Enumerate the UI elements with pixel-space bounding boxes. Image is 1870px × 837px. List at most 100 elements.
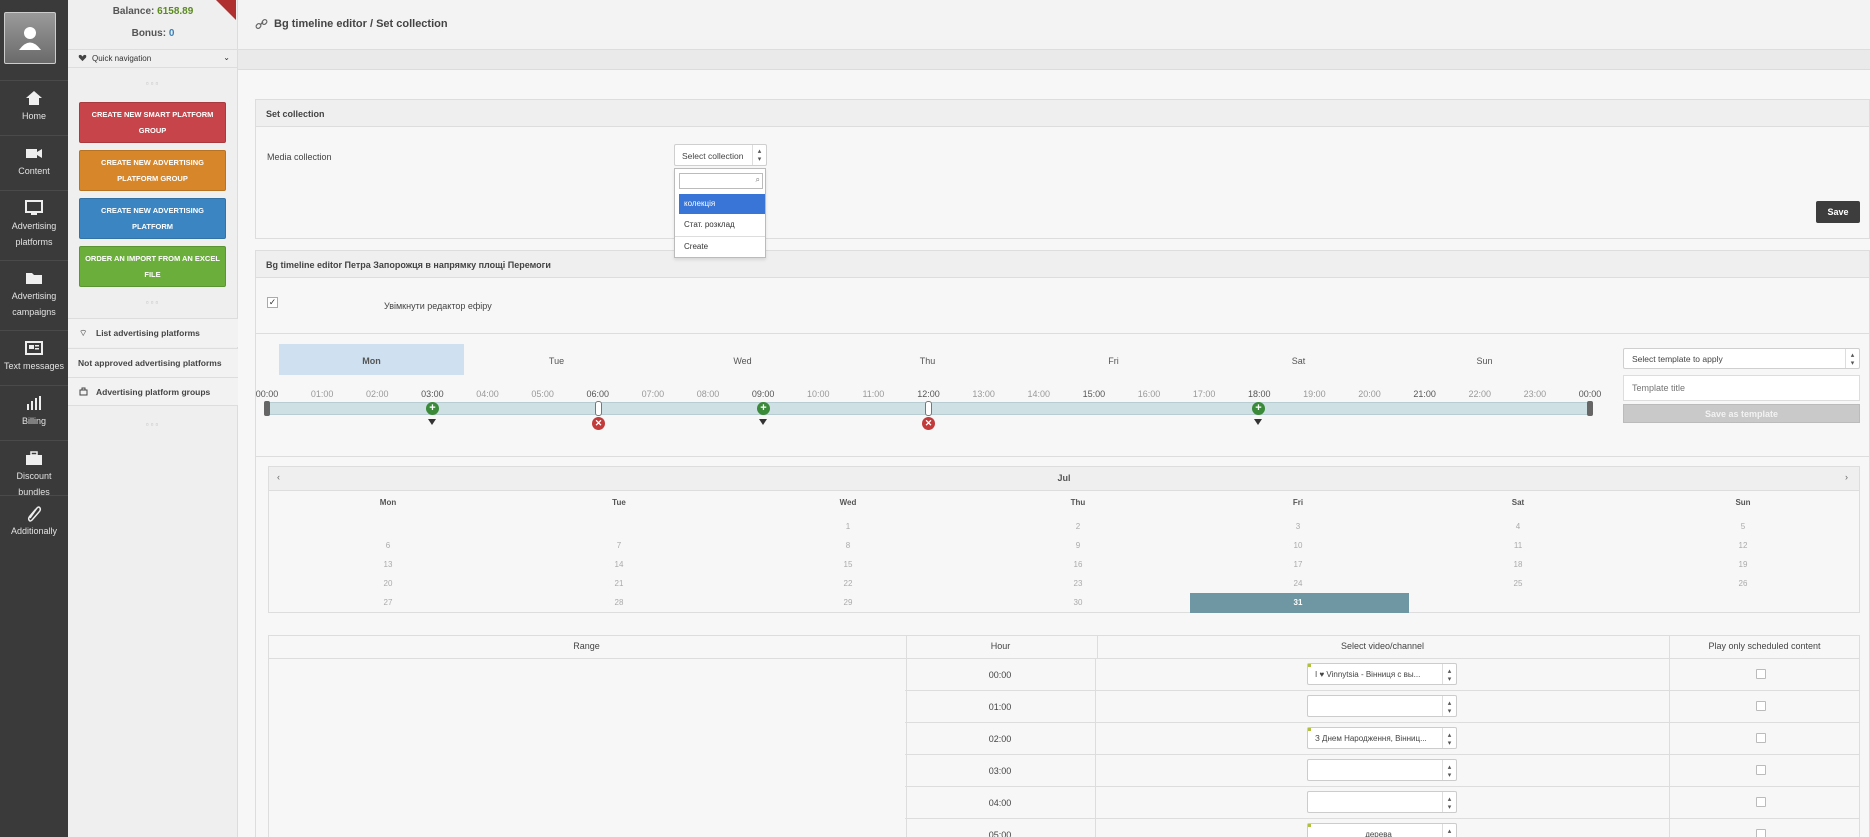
scheduled-only-checkbox[interactable] (1756, 701, 1766, 711)
range-handle[interactable] (595, 401, 602, 416)
dropdown-option[interactable]: колекція (679, 194, 765, 214)
calendar-day[interactable]: 25 (1498, 579, 1538, 588)
calendar-day[interactable]: 4 (1498, 522, 1538, 531)
calendar-day[interactable]: 6 (368, 541, 408, 550)
tab-day[interactable]: Fri (1021, 344, 1206, 375)
remove-range-icon[interactable]: ✕ (592, 417, 605, 430)
collapse-handle[interactable]: ▫▫▫ (68, 298, 238, 307)
nav-advertising-campaigns[interactable]: Advertising campaigns (0, 260, 68, 330)
nav-content[interactable]: Content (0, 135, 68, 190)
tab-day[interactable]: Mon (279, 344, 464, 375)
calendar-day[interactable]: 24 (1278, 579, 1318, 588)
calendar-day[interactable]: 28 (599, 598, 639, 607)
video-channel-select[interactable]: дерева ▴▾ (1307, 823, 1457, 837)
calendar-day[interactable]: 11 (1498, 541, 1538, 550)
next-month-icon[interactable]: › (1845, 472, 1848, 482)
hour-cell: 01:00 (905, 691, 1096, 723)
scheduled-only-checkbox[interactable] (1756, 797, 1766, 807)
dropdown-option[interactable]: Стат. розклад (679, 216, 765, 235)
calendar-day[interactable]: 16 (1058, 560, 1098, 569)
sidebar-item-not-approved[interactable]: Not approved advertising platforms (68, 348, 238, 377)
tab-day[interactable]: Thu (835, 344, 1020, 375)
calendar-day[interactable]: 8 (828, 541, 868, 550)
sidebar-item-platform-groups[interactable]: Advertising platform groups (68, 377, 238, 406)
calendar-day[interactable]: 20 (368, 579, 408, 588)
video-channel-select[interactable]: З Днем Народження, Вінниц... ▴ ▾ (1307, 727, 1457, 749)
nav-home[interactable]: Home (0, 80, 68, 135)
calendar-day[interactable]: 27 (368, 598, 408, 607)
enable-editor-checkbox[interactable]: ✓ (267, 297, 278, 308)
calendar-day[interactable]: 13 (368, 560, 408, 569)
nav-additionally[interactable]: Additionally (0, 495, 68, 550)
scheduled-only-checkbox[interactable] (1756, 829, 1766, 837)
timeline-tick-label: 02:00 (365, 389, 389, 399)
timeline-end-handle[interactable] (1587, 401, 1593, 416)
order-excel-import-button[interactable]: Order an import from an excel file (79, 246, 226, 287)
calendar-day[interactable]: 23 (1058, 579, 1098, 588)
calendar-day[interactable]: 31 (1278, 598, 1318, 607)
calendar-day[interactable]: 18 (1498, 560, 1538, 569)
template-title-input[interactable] (1623, 375, 1860, 401)
dropdown-option-create[interactable]: Create (679, 238, 765, 257)
tab-day[interactable]: Tue (464, 344, 649, 375)
range-handle[interactable] (925, 401, 932, 416)
table-row: 00:00 I ♥ Vinnytsia - Вінниця с вы... ▴ ▾ (905, 658, 1860, 691)
scheduled-only-checkbox[interactable] (1756, 733, 1766, 743)
calendar-day[interactable]: 3 (1278, 522, 1318, 531)
calendar-day[interactable]: 21 (599, 579, 639, 588)
group-icon (79, 387, 88, 396)
sidebar-item-list-platforms[interactable]: ⌔ List advertising platforms (68, 318, 238, 347)
calendar-day[interactable]: 19 (1723, 560, 1763, 569)
scheduled-only-checkbox[interactable] (1756, 669, 1766, 679)
hour-cell: 05:00 (905, 819, 1096, 837)
calendar-day[interactable]: 15 (828, 560, 868, 569)
calendar-day[interactable]: 9 (1058, 541, 1098, 550)
scheduled-only-checkbox[interactable] (1756, 765, 1766, 775)
collapse-handle[interactable]: ▫▫▫ (68, 420, 238, 429)
calendar-day[interactable]: 29 (828, 598, 868, 607)
remove-range-icon[interactable]: ✕ (922, 417, 935, 430)
dropdown-search-input[interactable]: ⌕ (679, 173, 763, 189)
calendar-day[interactable]: 2 (1058, 522, 1098, 531)
calendar-day[interactable]: 1 (828, 522, 868, 531)
tab-day[interactable]: Wed (650, 344, 835, 375)
video-channel-select[interactable]: ▴ ▾ (1307, 791, 1457, 813)
video-channel-select[interactable]: ▴ ▾ (1307, 759, 1457, 781)
timeline-tick-label: 10:00 (806, 389, 830, 399)
calendar-weekday: Sat (1511, 498, 1525, 507)
calendar-day[interactable]: 30 (1058, 598, 1098, 607)
add-marker-icon[interactable]: + (757, 402, 770, 415)
calendar-day[interactable]: 14 (599, 560, 639, 569)
add-marker-icon[interactable]: + (1252, 402, 1265, 415)
user-icon (19, 27, 41, 50)
nav-advertising-platforms[interactable]: Advertising platforms (0, 190, 68, 260)
tab-day[interactable]: Sun (1392, 344, 1577, 375)
nav-discount-bundles[interactable]: Discount bundles (0, 440, 68, 497)
calendar-day[interactable]: 10 (1278, 541, 1318, 550)
collapse-handle[interactable]: ▫▫▫ (68, 79, 238, 88)
template-select[interactable]: Select template to apply ▴ ▾ (1623, 348, 1860, 369)
calendar-day[interactable]: 22 (828, 579, 868, 588)
prev-month-icon[interactable]: ‹ (277, 472, 280, 482)
calendar-day[interactable]: 17 (1278, 560, 1318, 569)
save-as-template-button[interactable]: Save as template (1623, 404, 1860, 423)
nav-text-messages[interactable]: Text messages (0, 330, 68, 385)
add-marker-icon[interactable]: + (426, 402, 439, 415)
tab-day[interactable]: Sat (1206, 344, 1391, 375)
select-arrows-icon: ▴▾ (1442, 824, 1456, 837)
calendar-day[interactable]: 5 (1723, 522, 1763, 531)
create-platform-button[interactable]: Create new advertising platform (79, 198, 226, 239)
save-button[interactable]: Save (1816, 201, 1860, 223)
nav-billing[interactable]: Billing (0, 385, 68, 440)
calendar-day[interactable]: 7 (599, 541, 639, 550)
calendar-day[interactable]: 26 (1723, 579, 1763, 588)
video-channel-select[interactable]: I ♥ Vinnytsia - Вінниця с вы... ▴ ▾ (1307, 663, 1457, 685)
quick-navigation[interactable]: Quick navigation ⌄ (68, 49, 238, 68)
create-platform-group-button[interactable]: Create new advertising platform group (79, 150, 226, 191)
timeline-start-handle[interactable] (264, 401, 270, 416)
calendar-day[interactable]: 12 (1723, 541, 1763, 550)
create-smart-platform-group-button[interactable]: Create new smart platform group (79, 102, 226, 143)
media-collection-select[interactable]: Select collection ▴ ▾ (674, 144, 767, 166)
avatar[interactable] (4, 12, 56, 64)
video-channel-select[interactable]: ▴ ▾ (1307, 695, 1457, 717)
